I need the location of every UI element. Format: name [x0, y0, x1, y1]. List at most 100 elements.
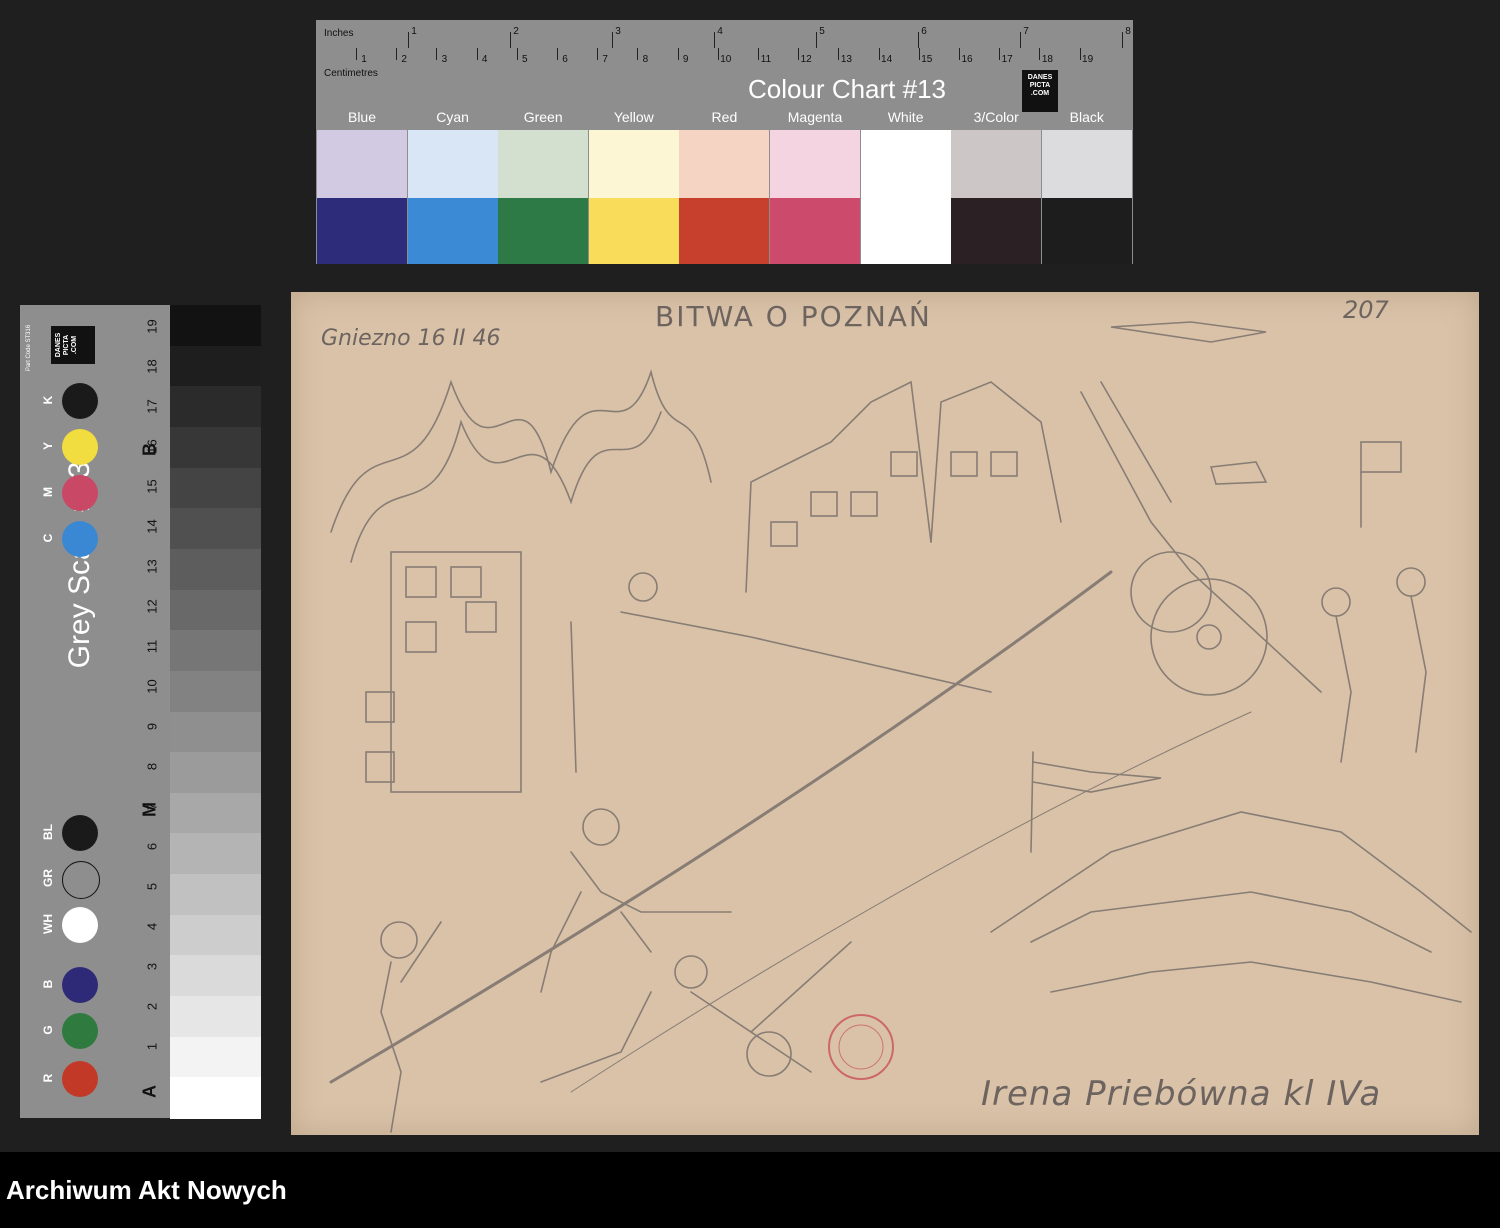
cm-tick-label: 19: [1082, 54, 1094, 65]
swatch-dark: [317, 198, 407, 264]
swatch-label: Cyan: [436, 109, 469, 125]
cm-tick-label: 12: [800, 54, 812, 65]
cm-tick-label: 3: [441, 54, 448, 65]
grey-step: [170, 792, 261, 835]
footer-bar: Archiwum Akt Nowych: [0, 1152, 1500, 1228]
circle-label: Y: [41, 442, 55, 451]
swatch-dark: [498, 198, 589, 264]
colour-circle: [62, 475, 98, 511]
step-number: 8: [144, 762, 160, 771]
grey-step: [170, 467, 261, 510]
step-number: 5: [144, 882, 160, 891]
grey-step: [170, 833, 261, 876]
place-and-date: Gniezno 16 II 46: [321, 326, 501, 351]
inch-tick: [1122, 32, 1123, 48]
cm-tick: [396, 48, 398, 60]
scale-letter-m: M: [139, 802, 160, 817]
inches-label: Inches: [324, 28, 354, 39]
swatch-label: White: [887, 109, 924, 125]
grey-step: [170, 426, 261, 469]
cm-tick: [356, 48, 357, 60]
circle-label: G: [41, 1025, 55, 1035]
step-number: 2: [144, 1002, 160, 1011]
colour-circle: [62, 1061, 98, 1097]
centimetre-ruler: Centimetres 1 2 3 4 5 6 7 8 9 10 11 12 13 14 15 16 17 18 1…: [316, 48, 1133, 79]
cm-tick-label: 16: [961, 54, 973, 65]
inch-tick-label: 3: [615, 26, 621, 37]
swatch-dark: [679, 198, 770, 264]
grey-step: [170, 508, 261, 550]
inch-tick: [612, 32, 613, 48]
step-number: 1: [144, 1042, 160, 1051]
inch-tick: [714, 32, 715, 48]
swatch-dark: [1041, 198, 1132, 264]
cm-tick: [436, 48, 438, 60]
cm-tick: [557, 48, 558, 60]
grey-step: [170, 914, 261, 957]
swatch-light: [860, 130, 951, 198]
cm-tick-label: 14: [881, 54, 893, 65]
swatch-label: 3/Color: [973, 109, 1019, 125]
grey-step: [170, 630, 261, 672]
swatch-light: [951, 130, 1042, 198]
swatch-label: Red: [711, 109, 738, 125]
swatch-dark: [407, 198, 498, 264]
swatch-dark: [770, 198, 860, 264]
swatch-light: [407, 130, 498, 198]
cm-tick: [959, 48, 960, 60]
cm-tick: [1039, 48, 1041, 60]
cm-tick: [798, 48, 800, 60]
swatch-dark: [860, 198, 951, 264]
step-number: 3: [144, 962, 160, 971]
inch-tick-label: 5: [819, 26, 825, 37]
step-number: 9: [144, 722, 160, 731]
grey-step: [170, 752, 261, 794]
swatch-light: [317, 130, 407, 198]
cm-tick-label: 5: [522, 54, 528, 65]
danes-picta-logo: DANES PICTA .COM: [1022, 70, 1058, 112]
colour-circle: [62, 907, 98, 943]
colour-circle: [62, 861, 100, 899]
grey-scale-card: DANES PICTA .COM Part Code ST316 Grey Sc…: [20, 305, 261, 1119]
inch-tick-label: 8: [1125, 26, 1131, 37]
danes-picta-logo: DANES PICTA .COM: [51, 326, 95, 364]
cm-tick-label: 8: [642, 54, 649, 65]
step-number: 6: [144, 842, 160, 851]
colour-chart: Inches 12345678 Centimetres 1 2 3 4 5 6 7 8 9 10 1…: [316, 20, 1133, 264]
cm-tick-label: 17: [1001, 54, 1013, 65]
cm-tick: [476, 48, 478, 60]
swatch-light: [770, 130, 860, 198]
swatch-light: [679, 130, 770, 198]
cm-tick-label: 7: [602, 54, 608, 65]
swatch-dark: [951, 198, 1042, 264]
circle-label: BL: [41, 824, 55, 840]
cm-tick-label: 9: [682, 54, 689, 65]
pencil-sketch: [329, 321, 1472, 1133]
swatch-label: Black: [1069, 109, 1104, 125]
swatch-label: Yellow: [613, 109, 654, 125]
cm-tick: [838, 48, 840, 60]
circle-label: C: [41, 533, 55, 543]
cm-tick-label: 11: [760, 54, 772, 65]
grey-step: [170, 1036, 261, 1079]
swatch-light: [588, 130, 679, 198]
swatch-light: [498, 130, 589, 198]
inch-ruler: Inches 1 2 3 4 5 6 7 8: [316, 22, 1133, 48]
inch-tick-label: 4: [717, 26, 723, 37]
circle-label: B: [41, 979, 55, 989]
inch-tick: [918, 32, 919, 48]
pencil-drawing-sheet: Gniezno 16 II 46 BITWA O POZNAŃ 207 Iren…: [291, 292, 1479, 1135]
circle-label: WH: [41, 914, 55, 934]
cm-tick-label: 18: [1041, 54, 1053, 65]
archive-name: Archiwum Akt Nowych: [6, 1175, 287, 1205]
colour-chart-title: Colour Chart #13: [748, 74, 946, 104]
step-number: 15: [144, 479, 160, 494]
circle-label: K: [41, 395, 55, 405]
drawing-title: BITWA O POZNAŃ: [655, 300, 932, 333]
step-number: 12: [144, 599, 160, 614]
cm-tick: [758, 48, 759, 60]
cm-tick-label: 13: [840, 54, 852, 65]
grey-step: [170, 670, 261, 713]
cm-tick: [878, 48, 880, 60]
inch-tick-label: 6: [921, 26, 927, 37]
